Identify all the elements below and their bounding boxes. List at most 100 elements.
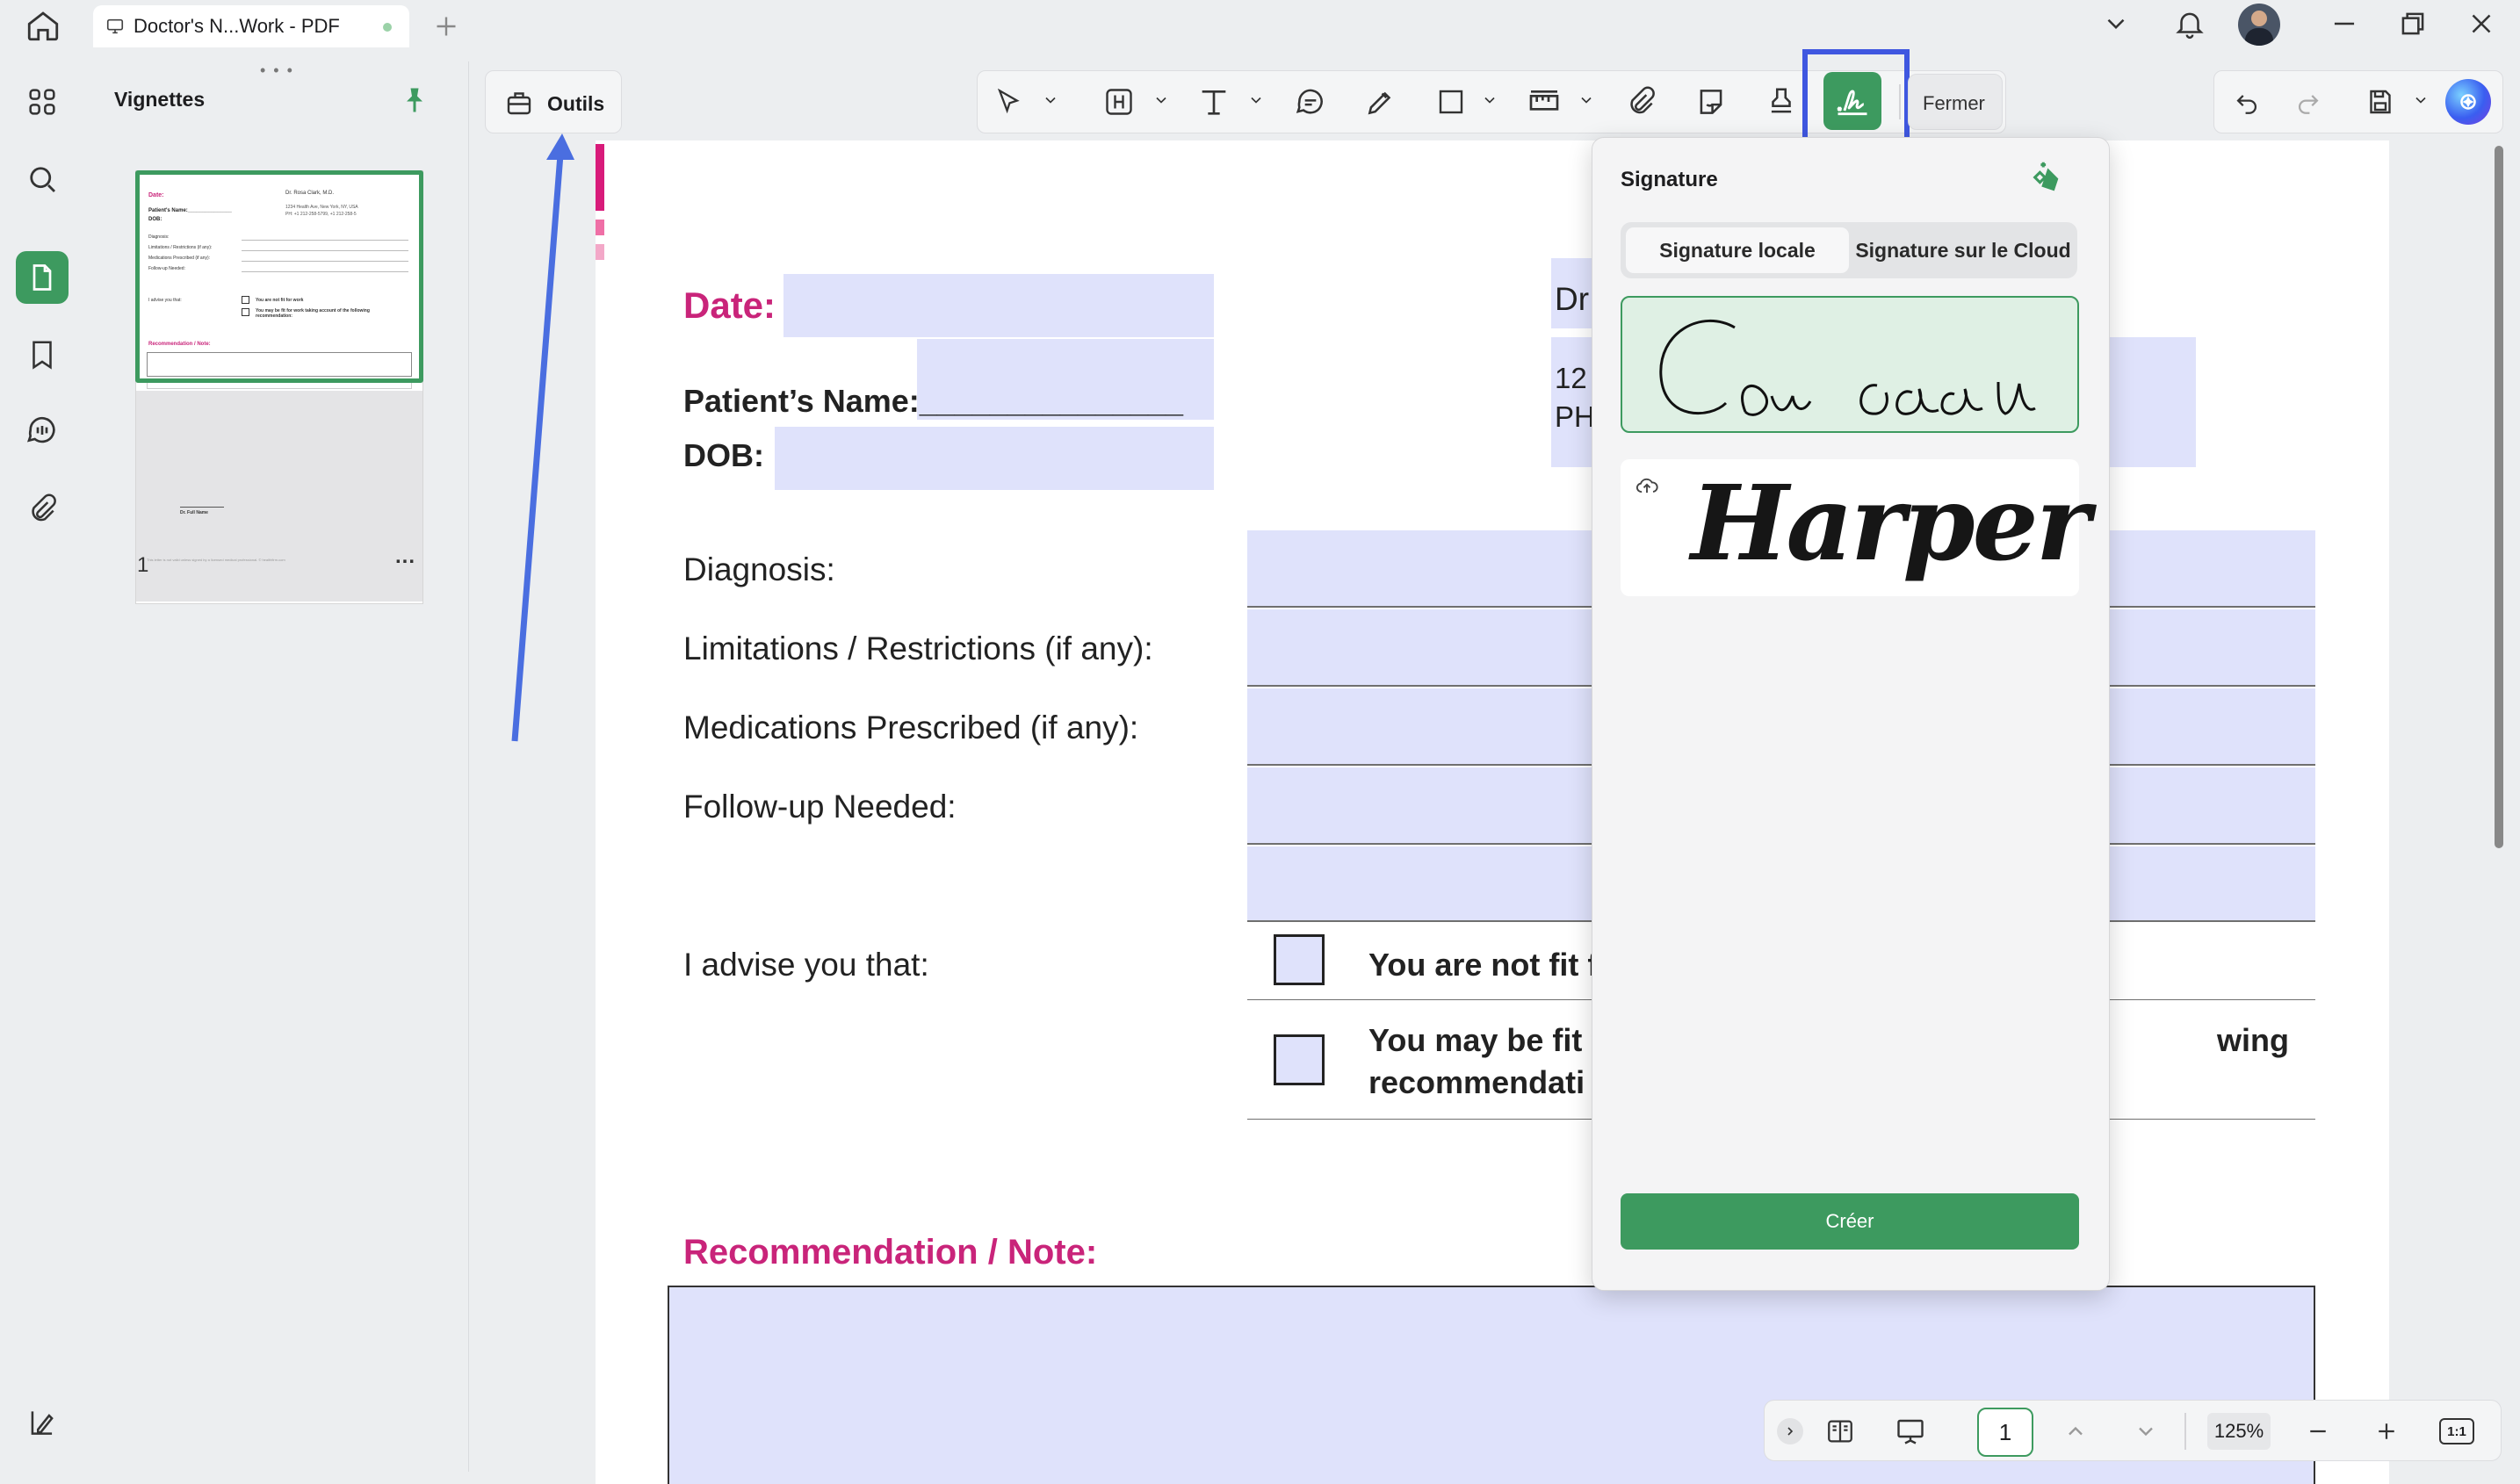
restore-icon[interactable] [2396,7,2430,40]
close-label: Fermer [1923,92,1985,114]
page-layout-icon[interactable] [1821,1413,1859,1450]
zoom-level[interactable]: 125% [2207,1413,2271,1450]
dob-label: DOB: [683,437,764,473]
highlight-icon[interactable] [1100,83,1138,121]
next-page-icon[interactable] [2126,1413,2165,1450]
pages-panel-icon[interactable] [16,251,69,304]
signature-card-1[interactable] [1621,296,2079,433]
handwritten-signature-2: Harper [1691,462,2090,584]
drag-handle[interactable]: • • • [260,61,294,80]
zoom-out-icon[interactable] [2299,1413,2337,1450]
doctor-name-text: Dr [1555,281,1590,317]
tools-label: Outils [547,92,605,115]
actual-size-button[interactable]: 1:1 [2439,1418,2474,1444]
signature-panel-title: Signature [1621,168,1718,191]
attachment-icon[interactable] [16,483,69,536]
tab-local-signature[interactable]: Signature locale [1626,227,1849,273]
thumbnail-selection-frame [135,170,423,383]
signature-card-2[interactable]: Harper [1621,459,2090,596]
chevron-down-icon[interactable] [1574,88,1599,112]
thumbnail-page-number: 1 [137,553,149,577]
left-rail [0,61,84,1484]
chevron-down-icon[interactable] [1477,88,1502,112]
close-tool-button[interactable]: Fermer [1908,74,2003,130]
stamp-icon[interactable] [1762,83,1801,121]
bookmark-icon[interactable] [16,328,69,381]
home-icon[interactable] [25,7,61,44]
chevron-down-icon[interactable] [2408,88,2433,112]
followup-label: Follow-up Needed: [683,789,957,825]
avatar[interactable] [2238,4,2280,46]
advise-label: I advise you that: [683,947,929,983]
dob-field[interactable] [775,427,1214,490]
paperclip-icon[interactable] [1621,83,1660,121]
pen-icon[interactable] [1361,83,1400,121]
pdf-monitor-icon [105,17,125,36]
thumbnails-title: Vignettes [114,88,206,111]
add-signature-icon[interactable] [2028,157,2069,198]
may-be-fit-checkbox[interactable] [1274,1034,1325,1085]
comment-icon[interactable] [1291,83,1330,121]
pin-icon[interactable] [399,84,430,116]
toolbox-icon [503,87,535,119]
minimize-icon[interactable] [2328,7,2361,40]
option-may-be-fit-text-end: wing [2217,1022,2289,1058]
thumb-footer: This letter is not valid unless signed b… [147,558,285,562]
create-signature-button[interactable]: Créer [1621,1193,2079,1250]
cloud-upload-icon [1633,473,1661,498]
new-tab-icon[interactable] [430,11,462,42]
limitations-label: Limitations / Restrictions (if any): [683,630,1153,666]
signature-tool-button[interactable] [1823,72,1881,130]
chevron-down-icon[interactable] [1038,88,1063,112]
undo-icon[interactable] [2228,83,2266,121]
thumb-signame: Dr. Full Name [180,510,208,515]
select-cursor-icon[interactable] [989,83,1028,121]
chevron-down-icon[interactable] [1149,88,1173,112]
ai-assistant-icon[interactable] [2445,79,2491,125]
comments-icon[interactable] [16,404,69,457]
zoom-in-icon[interactable] [2367,1413,2406,1450]
phone-text: PH [1555,400,1595,433]
not-fit-checkbox[interactable] [1274,934,1325,985]
save-icon[interactable] [2361,83,2400,121]
page-number-input[interactable]: 1 [1977,1408,2033,1457]
option-may-be-fit-text: You may be fit f [1368,1022,1602,1058]
tab-cloud-signature[interactable]: Signature sur le Cloud [1852,227,2074,273]
signature-pen-icon [1833,82,1872,120]
sticker-icon[interactable] [1692,83,1730,121]
vertical-scrollbar[interactable] [2495,146,2503,848]
document-tab[interactable]: Doctor's N...Work - PDF [93,5,409,47]
presentation-icon[interactable] [1891,1413,1930,1450]
expand-arrow-icon[interactable] [1777,1418,1803,1444]
search-icon[interactable] [16,153,69,205]
option-not-fit-text: You are not fit f [1368,947,1599,983]
annotation-arrow [511,133,574,742]
text-icon[interactable] [1195,83,1233,121]
bell-icon[interactable] [2173,7,2206,40]
chevron-down-icon[interactable] [1244,88,1268,112]
redo-icon[interactable] [2289,83,2328,121]
measure-icon[interactable] [1525,83,1563,121]
signature-source-tabs: Signature locale Signature sur le Cloud [1621,222,2077,278]
close-window-icon[interactable] [2465,7,2498,40]
date-field[interactable] [783,274,1214,337]
medications-label: Medications Prescribed (if any): [683,710,1139,746]
sidebar-toggle-icon[interactable] [16,1396,69,1449]
pdf-page: Date: Patient’s Name:_______________ DOB… [596,140,2389,1484]
previous-page-icon[interactable] [2056,1413,2095,1450]
apps-grid-icon[interactable] [16,76,69,128]
patient-name-label: Patient’s Name:_______________ [683,383,1184,419]
app-window: Doctor's N...Work - PDF • • • Vignettes … [0,0,2520,1484]
tab-title: Doctor's N...Work - PDF [134,15,340,37]
handwritten-signature-1 [1659,319,2036,416]
rectangle-icon[interactable] [1432,83,1470,121]
signature-panel: Signature Signature locale Signature sur… [1592,137,2110,1291]
thumbnails-panel: • • • Vignettes Date: Dr. Rosa Clark, M.… [88,61,469,1472]
diagnosis-label: Diagnosis: [683,551,835,587]
title-bar: Doctor's N...Work - PDF [0,0,2520,54]
bottom-navigation-bar: 1 125% 1:1 [1764,1400,2502,1461]
thumbnail-more-button[interactable]: ... [395,544,415,569]
option-may-be-fit-text-2: recommendati [1368,1064,1585,1100]
chevron-down-icon[interactable] [2101,9,2131,39]
recommendation-label: Recommendation / Note: [683,1233,1098,1271]
